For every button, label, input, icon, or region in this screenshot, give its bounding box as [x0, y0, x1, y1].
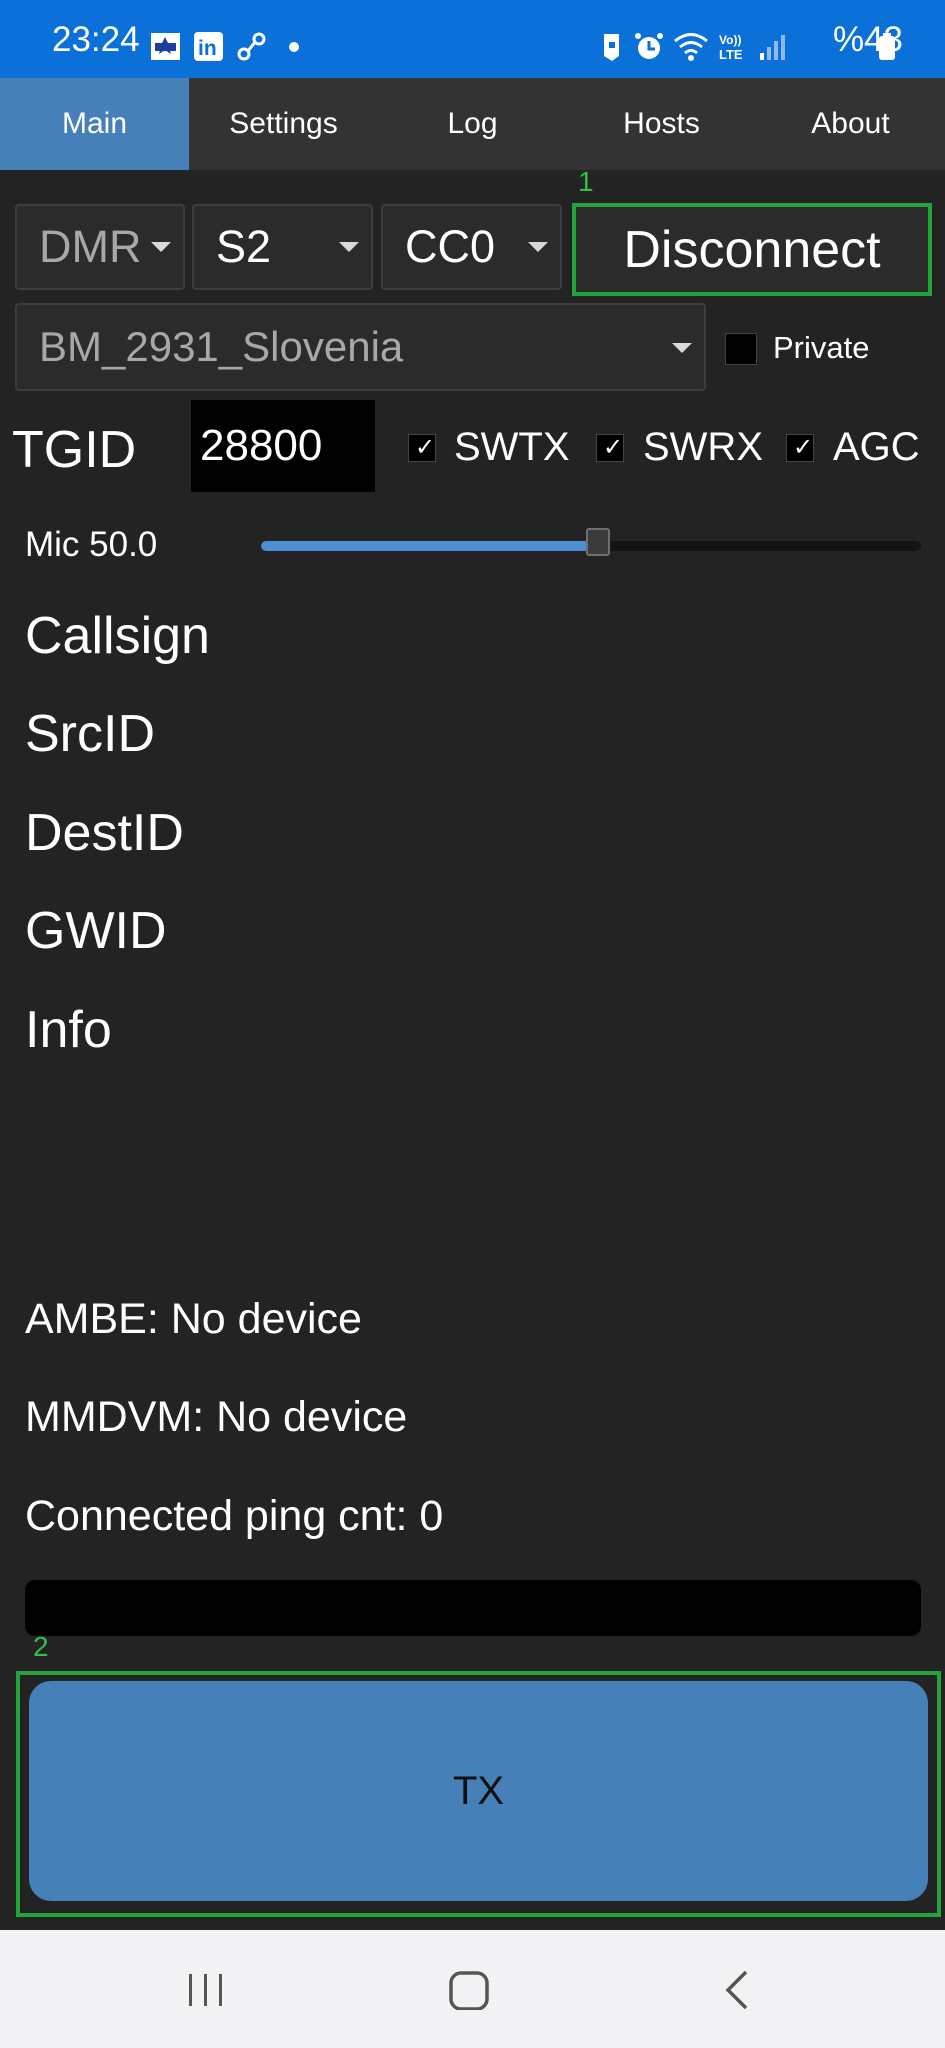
wifi-icon: [673, 31, 708, 62]
system-nav-bar: [0, 1930, 945, 2048]
host-dropdown[interactable]: BM_2931_Slovenia: [15, 303, 706, 391]
agc-checkbox[interactable]: ✓: [786, 434, 814, 462]
mode-dropdown[interactable]: DMR: [15, 204, 185, 290]
linkedin-icon: in: [193, 31, 224, 62]
tab-about-label: About: [811, 107, 890, 140]
private-label: Private: [773, 330, 870, 365]
check-icon: ✓: [415, 434, 436, 461]
mic-slider-handle[interactable]: [586, 528, 610, 556]
host-value: BM_2931_Slovenia: [39, 323, 404, 370]
tx-button[interactable]: TX: [29, 1681, 928, 1901]
svg-text:Vo)): Vo)): [719, 33, 741, 47]
swrx-label: SWRX: [643, 425, 763, 469]
status-bar: 23:24 in Vo)) LTE %43: [0, 0, 945, 78]
mmdvm-status: MMDVM: No device: [25, 1393, 408, 1441]
chevron-down-icon: [339, 242, 359, 252]
chevron-down-icon: [151, 242, 171, 252]
tgid-label: TGID: [12, 421, 137, 479]
chevron-down-icon: [528, 242, 548, 252]
tab-hosts-label: Hosts: [623, 107, 700, 140]
agc-label: AGC: [833, 425, 920, 469]
alarm-icon: [634, 31, 665, 62]
mic-slider-fill: [261, 541, 591, 551]
dot-icon: [286, 31, 317, 62]
color-code-dropdown[interactable]: CC0: [381, 204, 562, 290]
shield-icon: [596, 31, 627, 62]
swrx-checkbox[interactable]: ✓: [596, 434, 624, 462]
marker-2: 2: [33, 1631, 49, 1662]
private-checkbox[interactable]: [725, 333, 757, 365]
tab-hosts[interactable]: Hosts: [567, 78, 756, 170]
swtx-checkbox[interactable]: ✓: [408, 434, 436, 462]
tab-log[interactable]: Log: [378, 78, 567, 170]
clock: 23:24: [52, 20, 140, 59]
destid-label: DestID: [25, 804, 184, 862]
link-icon: [236, 31, 267, 62]
svg-text:LTE: LTE: [719, 47, 743, 62]
tab-settings[interactable]: Settings: [189, 78, 378, 170]
mic-slider[interactable]: [261, 528, 921, 556]
color-code-value: CC0: [405, 221, 496, 272]
tab-log-label: Log: [447, 107, 498, 140]
mic-label: Mic 50.0: [25, 525, 158, 564]
level-bar: [25, 1580, 921, 1636]
swtx-label: SWTX: [454, 425, 570, 469]
signal-icon: [756, 31, 787, 62]
tab-main[interactable]: Main: [0, 78, 189, 170]
ping-status: Connected ping cnt: 0: [25, 1492, 444, 1540]
slot-value: S2: [216, 221, 272, 272]
srcid-label: SrcID: [25, 705, 155, 763]
check-icon: ✓: [603, 434, 624, 461]
callsign-label: Callsign: [25, 607, 210, 665]
info-label: Info: [25, 1001, 112, 1059]
battery-icon: [877, 31, 908, 62]
check-icon: ✓: [793, 434, 814, 461]
volte-icon: Vo)) LTE: [717, 31, 748, 62]
tab-settings-label: Settings: [229, 107, 338, 140]
tab-bar: Main Settings Log Hosts About: [0, 78, 945, 170]
disconnect-button[interactable]: Disconnect: [572, 203, 932, 296]
tab-about[interactable]: About: [756, 78, 945, 170]
chevron-down-icon: [672, 343, 692, 353]
tgid-input[interactable]: 28800: [191, 400, 375, 492]
back-icon[interactable]: [718, 1970, 758, 2015]
flag-icon: [150, 31, 181, 62]
home-icon[interactable]: [448, 1970, 492, 2015]
tab-main-label: Main: [61, 107, 128, 140]
tgid-value: 28800: [200, 421, 323, 470]
tx-highlight: TX: [16, 1671, 941, 1917]
gwid-label: GWID: [25, 902, 167, 960]
marker-1: 1: [578, 166, 594, 197]
recent-apps-icon[interactable]: [186, 1970, 226, 2015]
slot-dropdown[interactable]: S2: [192, 204, 373, 290]
ambe-status: AMBE: No device: [25, 1295, 362, 1343]
svg-text:in: in: [198, 37, 217, 60]
mode-value: DMR: [39, 221, 142, 272]
